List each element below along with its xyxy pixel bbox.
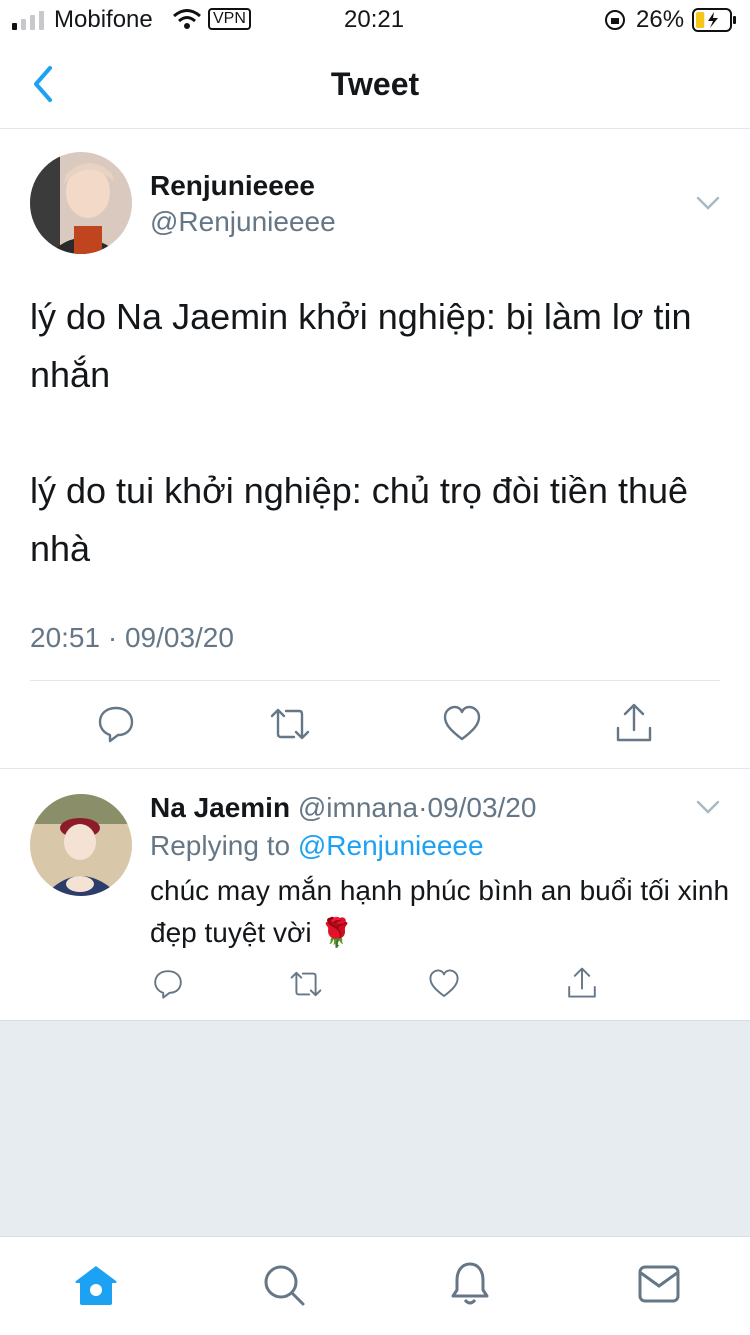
status-bar: Mobifone VPN 20:21 26%: [0, 0, 750, 40]
orientation-lock-icon: [605, 10, 625, 30]
empty-area: [0, 1020, 750, 1237]
tweet-timestamp: 20:51 · 09/03/20: [30, 622, 234, 653]
carrier-label: Mobifone: [54, 6, 153, 33]
wifi-icon: [173, 9, 201, 29]
reply-date: 09/03/20: [427, 792, 537, 823]
reply-text: chúc may mắn hạnh phúc bình an buổi tối …: [150, 875, 730, 948]
divider: [0, 768, 750, 769]
tab-bar: [0, 1236, 750, 1335]
clock: 20:21: [344, 6, 405, 33]
vpn-badge: VPN: [208, 8, 251, 30]
signal-icon: [12, 11, 44, 30]
reply-icon[interactable]: [152, 968, 184, 1000]
reply-icon[interactable]: [96, 704, 136, 744]
bell-icon[interactable]: [450, 1261, 490, 1307]
battery-icon: [692, 8, 736, 32]
avatar-photo: [30, 152, 132, 254]
replying-to: Replying to @Renjunieeee: [150, 830, 484, 862]
like-icon[interactable]: [442, 704, 482, 744]
battery-percent: 26%: [636, 6, 685, 33]
reply-avatar[interactable]: [30, 794, 132, 896]
tweet-text: lý do Na Jaemin khởi nghiệp: bị làm lơ t…: [30, 296, 692, 569]
page-title: Tweet: [330, 66, 420, 102]
reply-header: Na Jaemin @imnana·09/03/20: [150, 792, 536, 824]
home-icon[interactable]: [74, 1263, 118, 1307]
retweet-icon[interactable]: [288, 968, 324, 1000]
divider: [30, 680, 720, 681]
mail-icon[interactable]: [638, 1265, 680, 1303]
nav-bar: Tweet: [0, 40, 750, 129]
avatar[interactable]: [30, 152, 132, 254]
chevron-down-icon[interactable]: [696, 196, 720, 210]
reply-author-handle[interactable]: @imnana: [298, 792, 418, 823]
avatar-photo: [30, 794, 132, 896]
chevron-down-icon[interactable]: [696, 800, 720, 814]
retweet-icon[interactable]: [268, 704, 312, 744]
replying-to-label: Replying to: [150, 830, 291, 861]
share-icon[interactable]: [566, 966, 598, 1000]
replying-to-link[interactable]: @Renjunieeee: [298, 830, 484, 861]
like-icon[interactable]: [428, 968, 460, 1000]
reply-author-name[interactable]: Na Jaemin: [150, 792, 290, 823]
search-icon[interactable]: [262, 1263, 306, 1307]
author-handle[interactable]: @Renjunieeee: [150, 206, 336, 238]
share-icon[interactable]: [614, 702, 654, 744]
author-name[interactable]: Renjunieeee: [150, 170, 315, 202]
